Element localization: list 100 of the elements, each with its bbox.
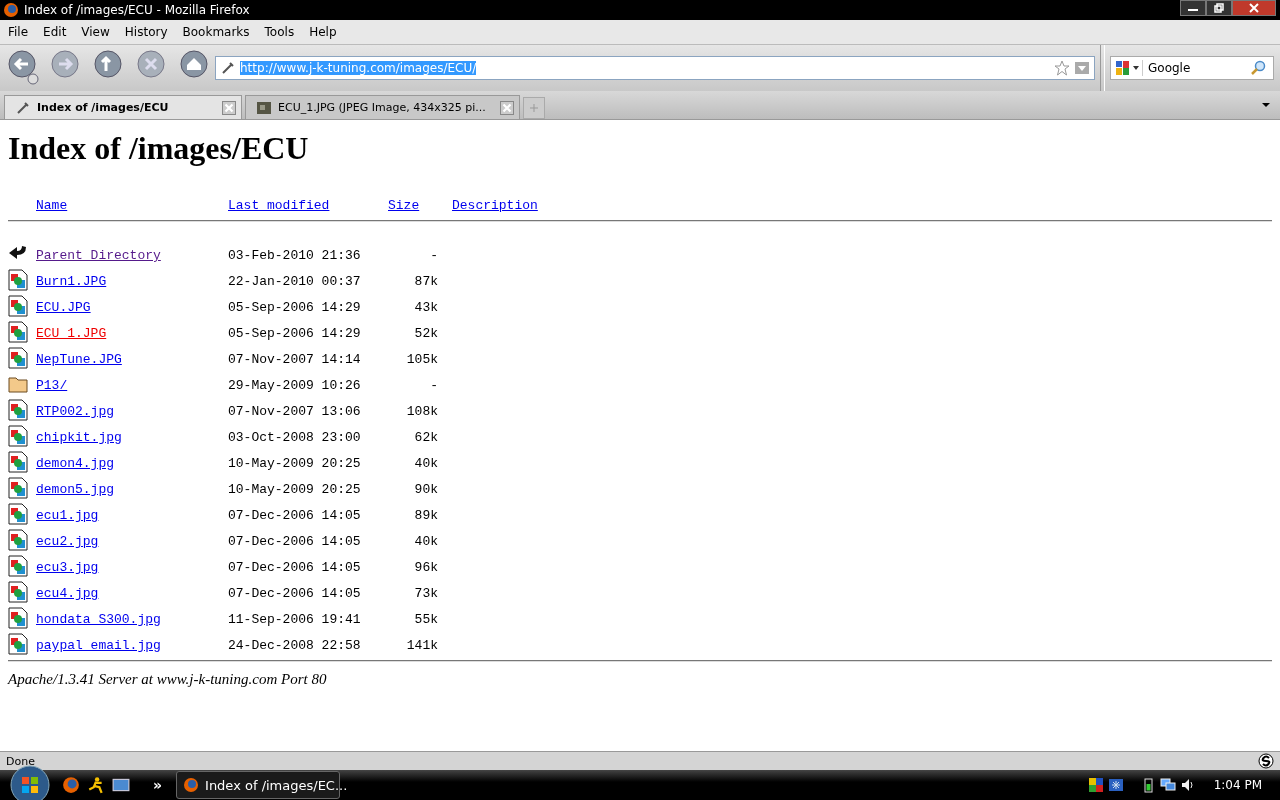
file-size: 105k: [406, 352, 438, 367]
file-size: 141k: [406, 638, 438, 653]
modified-date: 29-May-2009 10:26: [228, 378, 361, 393]
image-file-icon: [8, 399, 28, 421]
column-header-link[interactable]: Size: [388, 198, 420, 213]
desktop-icon[interactable]: [112, 776, 130, 794]
server-signature: Apache/1.3.41 Server at www.j-k-tuning.com Port 80: [8, 671, 328, 688]
file-size: 96k: [414, 560, 438, 575]
clock: 1:04 PM: [1213, 778, 1262, 792]
file-size: 108k: [406, 404, 438, 419]
file-size: -: [430, 378, 438, 393]
close-button[interactable]: [1232, 0, 1276, 16]
menu-item[interactable]: Tools: [264, 25, 295, 39]
image-file-icon: [8, 347, 28, 369]
firefox-icon[interactable]: [62, 776, 80, 794]
file-link[interactable]: hondata_S300.jpg: [36, 612, 161, 627]
status-text: Done: [6, 754, 35, 768]
file-link[interactable]: Burn1.JPG: [36, 274, 107, 289]
image-file-icon: [8, 581, 28, 603]
caret-icon[interactable]: [1262, 102, 1270, 108]
column-header-link[interactable]: Name: [36, 198, 68, 213]
tab-label: Index of /images/ECU: [37, 101, 170, 114]
browser-tab[interactable]: Index of /images/ECU: [4, 95, 242, 119]
file-size: 52k: [414, 326, 438, 341]
tab-label: ECU_1.JPG (JPEG Image, 434x325 pi...: [278, 101, 486, 114]
file-link[interactable]: ecu2.jpg: [36, 534, 99, 549]
modified-date: 07-Dec-2006 14:05: [228, 534, 361, 549]
modified-date: 22-Jan-2010 00:37: [228, 274, 361, 289]
modified-date: 10-May-2009 20:25: [228, 482, 361, 497]
tiles-icon[interactable]: [1087, 777, 1104, 793]
file-link[interactable]: paypal_email.jpg: [36, 638, 161, 653]
close-icon[interactable]: [499, 100, 514, 115]
snowflake-icon[interactable]: [1107, 777, 1124, 793]
modified-date: 11-Sep-2006 19:41: [228, 612, 361, 627]
menu-item[interactable]: File: [8, 25, 29, 39]
minimize-button[interactable]: [1180, 0, 1206, 16]
column-header-link[interactable]: Description: [452, 198, 538, 213]
start-button[interactable]: [10, 765, 50, 800]
page-heading: Index of /images/ECU: [8, 130, 310, 167]
file-link[interactable]: ecu4.jpg: [36, 586, 99, 601]
file-size: 73k: [414, 586, 438, 601]
task-label: Index of /images/EC...: [205, 777, 348, 793]
search-engine-icon[interactable]: [1114, 60, 1143, 76]
modified-date: 07-Nov-2007 14:14: [228, 352, 361, 367]
file-link[interactable]: ECU_1.JPG: [36, 326, 107, 341]
file-link[interactable]: demon5.jpg: [36, 482, 114, 497]
file-link[interactable]: ecu1.jpg: [36, 508, 99, 523]
url-text: http://www.j-k-tuning.com/images/ECU/: [240, 61, 477, 75]
menu-item[interactable]: History: [124, 25, 168, 39]
file-link[interactable]: chipkit.jpg: [36, 430, 122, 445]
column-header-link[interactable]: Last modified: [228, 198, 330, 213]
image-file-icon: [8, 321, 28, 343]
file-size: 87k: [414, 274, 438, 289]
file-link[interactable]: ECU.JPG: [36, 300, 91, 315]
file-size: 40k: [414, 534, 438, 549]
image-file-icon: [8, 633, 28, 655]
file-link[interactable]: P13/: [36, 378, 68, 393]
thumbnail-icon: [256, 99, 272, 116]
browser-tab[interactable]: ECU_1.JPG (JPEG Image, 434x325 pi...: [245, 95, 520, 119]
modified-date: 07-Nov-2007 13:06: [228, 404, 361, 419]
modified-date: 07-Dec-2006 14:05: [228, 560, 361, 575]
file-link[interactable]: Parent Directory: [36, 248, 161, 263]
menu-item[interactable]: Help: [309, 25, 337, 39]
firefox-icon: [3, 2, 19, 18]
search-input[interactable]: Google: [1143, 60, 1250, 76]
modified-date: 07-Dec-2006 14:05: [228, 508, 361, 523]
menu-item[interactable]: View: [81, 25, 110, 39]
image-file-icon: [8, 555, 28, 577]
image-file-icon: [8, 607, 28, 629]
running-figure-icon[interactable]: [87, 776, 105, 794]
file-size: 89k: [414, 508, 438, 523]
file-link[interactable]: RTP002.jpg: [36, 404, 114, 419]
search-field[interactable]: Google: [1110, 56, 1274, 80]
file-size: 40k: [414, 456, 438, 471]
file-link[interactable]: ecu3.jpg: [36, 560, 99, 575]
image-file-icon: [8, 477, 28, 499]
file-size: 43k: [414, 300, 438, 315]
file-size: 90k: [414, 482, 438, 497]
image-file-icon: [8, 295, 28, 317]
back-icon[interactable]: [8, 50, 40, 86]
close-icon[interactable]: [222, 100, 236, 115]
s-letter-icon: [1258, 753, 1274, 769]
modified-date: 05-Sep-2006 14:29: [228, 300, 361, 315]
restore-button[interactable]: [1206, 0, 1232, 16]
modified-date: 05-Sep-2006 14:29: [228, 326, 361, 341]
image-file-icon: [8, 529, 28, 551]
image-file-icon: [8, 503, 28, 525]
menu-item[interactable]: Edit: [43, 25, 67, 39]
modified-date: 07-Dec-2006 14:05: [228, 586, 361, 601]
file-size: 62k: [414, 430, 438, 445]
star-icon[interactable]: [1054, 60, 1070, 76]
search-icon[interactable]: [1250, 60, 1266, 76]
file-size: -: [430, 248, 438, 263]
network-icon[interactable]: [1159, 777, 1176, 793]
file-link[interactable]: demon4.jpg: [36, 456, 114, 471]
overflow-chevron[interactable]: »: [153, 777, 163, 793]
speaker-icon[interactable]: [1179, 777, 1196, 793]
menu-item[interactable]: Bookmarks: [182, 25, 250, 39]
modified-date: 10-May-2009 20:25: [228, 456, 361, 471]
file-link[interactable]: NepTune.JPG: [36, 352, 122, 367]
